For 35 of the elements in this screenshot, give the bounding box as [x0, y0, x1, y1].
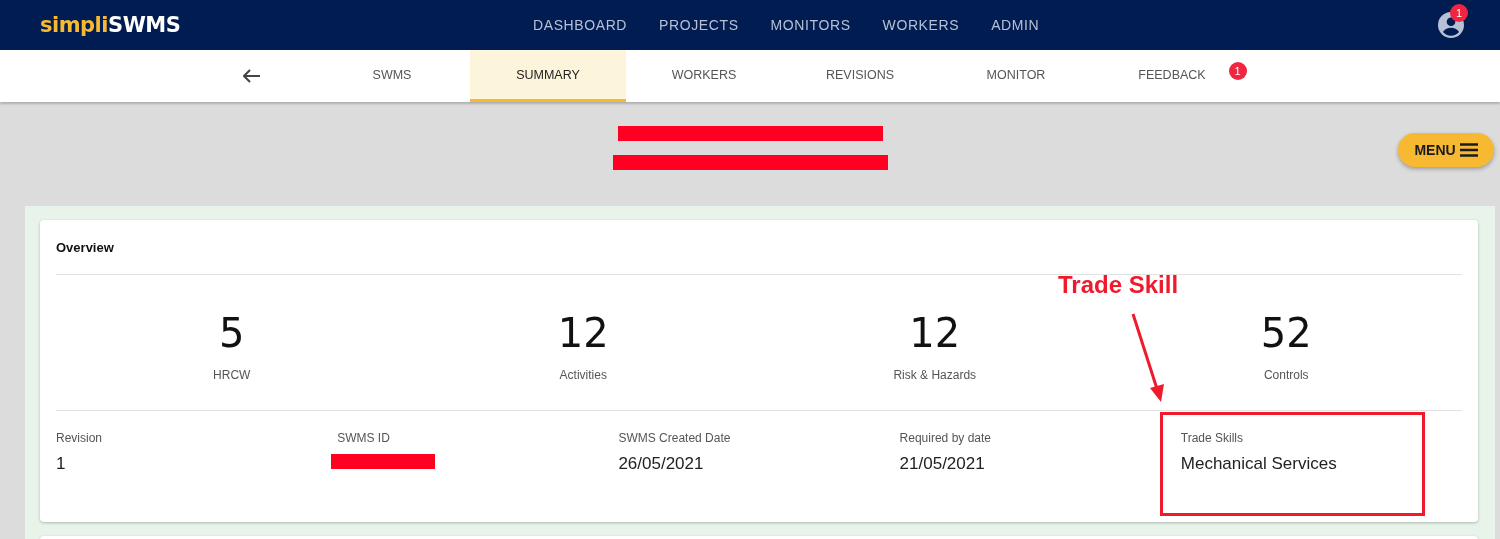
tab[interactable]: MONITOR — [938, 50, 1094, 102]
tab[interactable]: FEEDBACK 1 — [1094, 50, 1250, 102]
nav-link[interactable]: ADMIN — [991, 17, 1040, 33]
stat-label: HRCW — [213, 367, 251, 382]
stat-value: 5 — [219, 309, 245, 356]
stat-label: Controls — [1263, 367, 1309, 382]
menu-button[interactable]: MENU — [1398, 133, 1494, 167]
detail-value: 21/05/2021 — [899, 454, 986, 474]
app-logo: simpliSWMS — [40, 13, 181, 37]
nav-link[interactable]: MONITORS — [770, 17, 851, 33]
stat-value: 52 — [1260, 309, 1312, 356]
detail-label: Required by date — [899, 431, 992, 445]
stat-label: Activities — [559, 367, 607, 382]
back-arrow-icon — [243, 69, 261, 83]
nav-link[interactable]: DASHBOARD — [533, 17, 628, 33]
detail-label: SWMS Created Date — [618, 431, 732, 445]
tab[interactable]: WORKERS — [626, 50, 782, 102]
stat-value: 12 — [557, 309, 609, 356]
detail-label: Revision — [56, 431, 104, 445]
nav-link[interactable]: WORKERS — [882, 17, 960, 33]
detail-label: SWMS ID — [337, 431, 391, 445]
stat-label: Risk & Hazards — [893, 367, 977, 382]
tab-badge: 1 — [1228, 62, 1247, 80]
detail-value: Mechanical Services — [1180, 454, 1338, 474]
detail-label: Trade Skills — [1180, 431, 1245, 445]
tab[interactable]: SUMMARY — [470, 50, 626, 102]
detail-value: 26/05/2021 — [618, 454, 705, 474]
nav-link[interactable]: PROJECTS — [659, 17, 739, 33]
stat-value: 12 — [909, 309, 961, 356]
tab[interactable]: SWMS — [314, 50, 470, 102]
tab[interactable]: REVISIONS — [782, 50, 938, 102]
detail-value: 1 — [56, 454, 67, 474]
notification-badge: 1 — [1450, 4, 1468, 22]
menu-icon — [1459, 143, 1478, 157]
card-title: Overview — [56, 220, 1462, 275]
